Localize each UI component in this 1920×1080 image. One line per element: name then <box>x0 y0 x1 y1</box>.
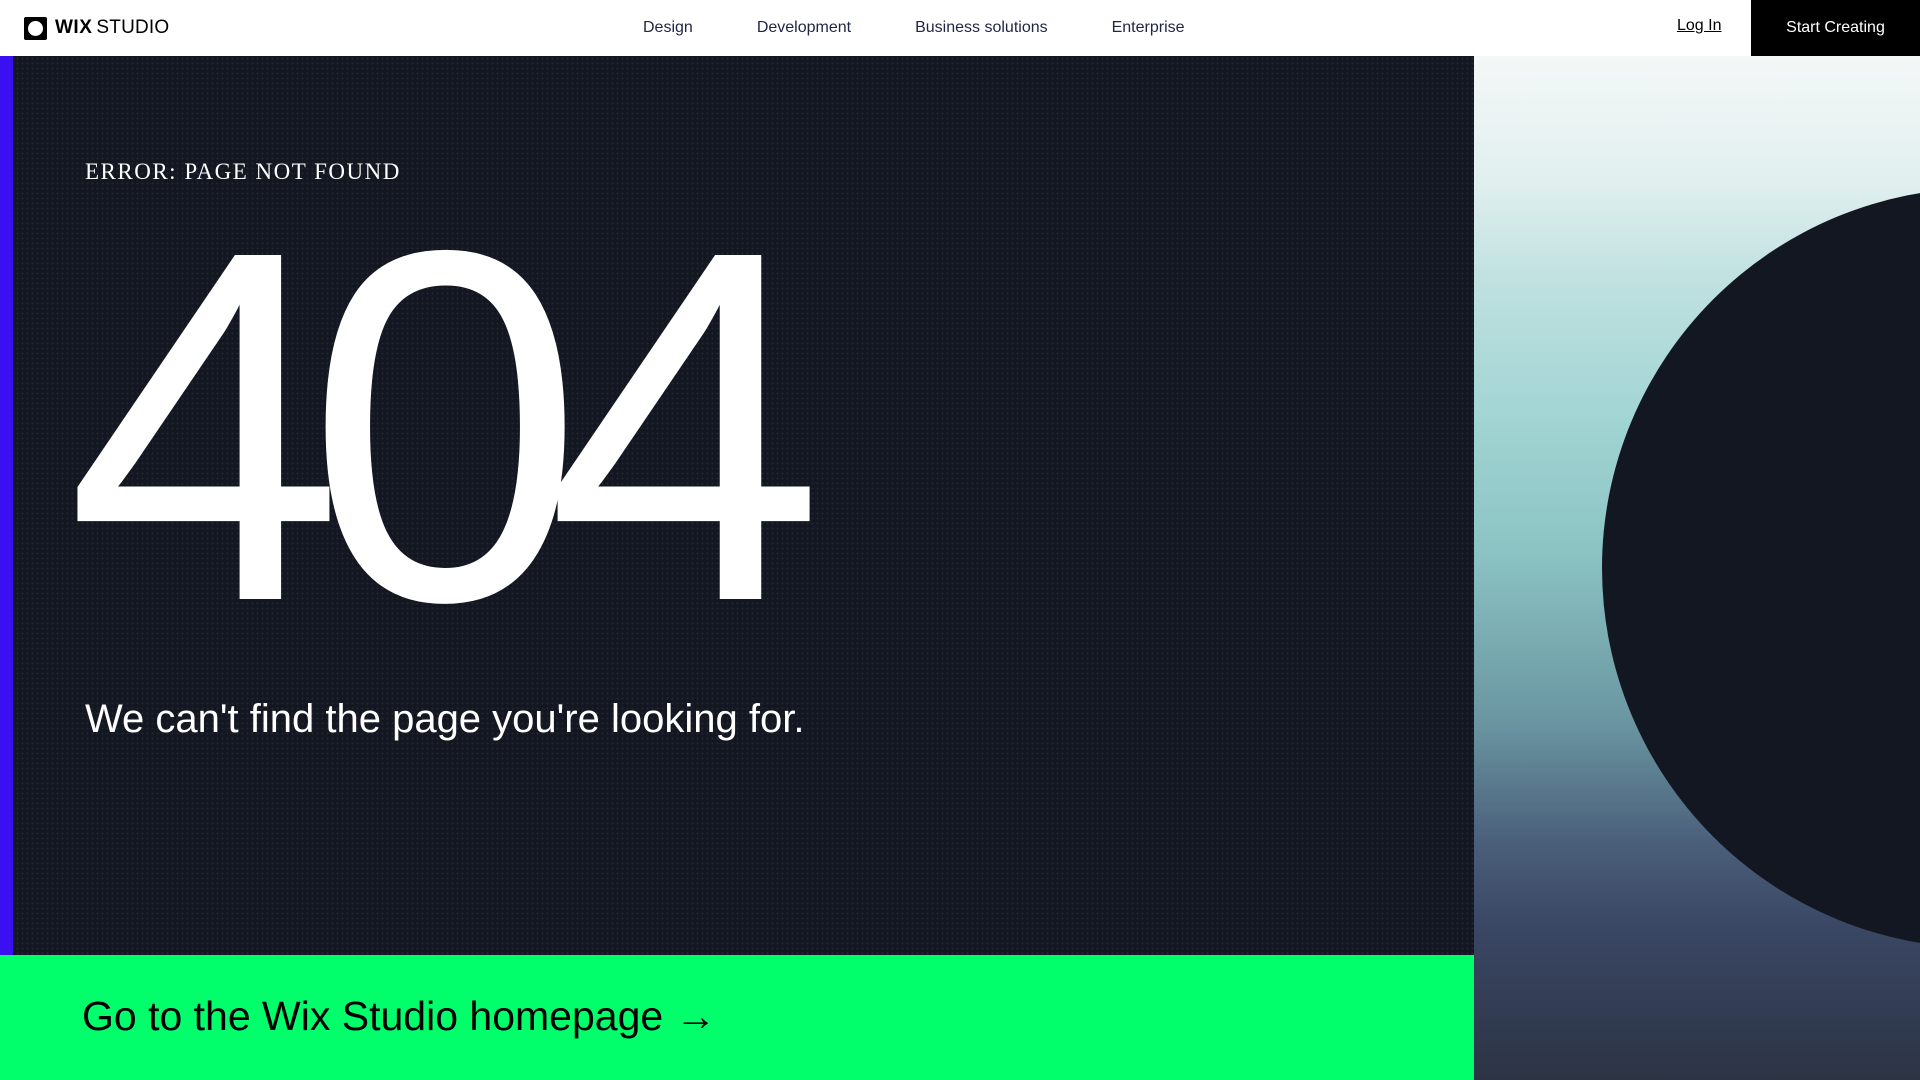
nav-item-business-solutions[interactable]: Business solutions <box>915 19 1048 37</box>
homepage-link-label: Go to the Wix Studio homepage <box>82 993 664 1039</box>
homepage-link-text: Go to the Wix Studio homepage → <box>82 993 716 1040</box>
logo-wordmark-studio: STUDIO <box>96 17 170 38</box>
decorative-circle <box>1602 188 1920 948</box>
decorative-gradient-panel <box>1474 56 1920 1080</box>
wix-logo-icon <box>24 16 47 40</box>
error-code: 404 <box>66 146 824 705</box>
wix-studio-logo[interactable]: WIX STUDIO <box>24 16 169 40</box>
error-message: We can't find the page you're looking fo… <box>85 697 805 741</box>
nav-item-design[interactable]: Design <box>643 19 693 37</box>
logo-wordmark-wix: WIX <box>55 17 93 38</box>
nav-item-enterprise[interactable]: Enterprise <box>1112 19 1185 37</box>
login-link[interactable]: Log In <box>1677 17 1721 35</box>
start-creating-button[interactable]: Start Creating <box>1751 0 1920 56</box>
site-header: WIX STUDIO Design Development Business s… <box>0 0 1920 56</box>
arrow-right-icon: → <box>675 993 717 1039</box>
accent-bar <box>0 56 13 955</box>
homepage-link[interactable]: Go to the Wix Studio homepage → <box>0 955 1474 1080</box>
main-nav: Design Development Business solutions En… <box>643 0 1185 56</box>
nav-item-development[interactable]: Development <box>757 19 851 37</box>
